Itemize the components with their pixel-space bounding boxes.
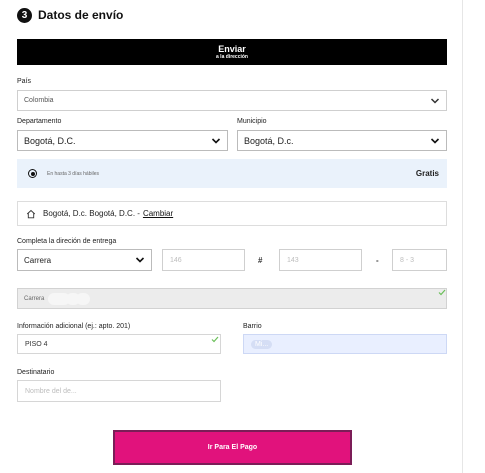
municipality-label: Municipio	[237, 118, 267, 125]
delivery-option[interactable]: En hasta 3 días hábiles Gratis	[17, 159, 447, 188]
step-number-badge: 3	[17, 8, 32, 23]
check-icon	[438, 289, 446, 296]
recipient-input[interactable]: Nombre del de...	[17, 380, 221, 402]
obscured-text	[76, 292, 91, 305]
address-summary: Bogotá, D.c. Bogotá, D.C. - Cambiar	[17, 201, 447, 226]
send-button-sublabel: a la dirección	[216, 53, 248, 60]
send-to-address-button[interactable]: Enviar a la dirección	[17, 39, 447, 65]
house-number-input[interactable]: 8 - 3	[392, 249, 447, 271]
house-number-value: 8 - 3	[400, 256, 415, 264]
department-value: Bogotá, D.C.	[24, 135, 76, 146]
street-type-select[interactable]: Carrera	[17, 249, 152, 271]
check-icon	[211, 336, 219, 343]
chevron-down-icon	[135, 257, 145, 263]
additional-info-label: Información adicional (ej.: apto. 201)	[17, 323, 131, 330]
country-select[interactable]: Colombia	[17, 90, 447, 111]
address-form-label: Completa la direción de entrega	[17, 238, 117, 245]
recipient-placeholder: Nombre del de...	[25, 387, 77, 395]
change-address-link[interactable]: Cambiar	[143, 209, 173, 218]
street-number-input[interactable]: 146	[162, 249, 245, 271]
neighborhood-input[interactable]: Mi...	[243, 334, 447, 354]
department-select[interactable]: Bogotá, D.C.	[17, 130, 228, 151]
additional-info-value: PISO 4	[25, 340, 48, 348]
chevron-down-icon	[211, 137, 221, 144]
street-number-value: 146	[170, 256, 182, 264]
section-title: Datos de envío	[38, 8, 124, 22]
radio-selected-icon[interactable]	[28, 169, 37, 178]
address-summary-text: Bogotá, D.c. Bogotá, D.C. -	[43, 209, 140, 218]
delivery-time-text: En hasta 3 días hábiles	[47, 170, 99, 177]
street-type-value: Carrera	[24, 255, 52, 265]
composed-address-prefix: Carrera	[24, 295, 45, 302]
municipality-select[interactable]: Bogotá, D.c.	[237, 130, 447, 151]
column-divider	[462, 0, 463, 473]
send-button-label: Enviar	[218, 43, 246, 54]
go-to-payment-button[interactable]: Ir Para El Pago	[113, 430, 352, 465]
chevron-down-icon	[430, 137, 440, 144]
neighborhood-label: Barrio	[243, 323, 262, 330]
country-label: País	[17, 78, 32, 85]
dash-separator: -	[376, 256, 379, 265]
cross-street-number-input[interactable]: 143	[279, 249, 362, 271]
neighborhood-value: Mi...	[251, 339, 273, 349]
home-icon	[26, 209, 36, 218]
hash-separator: #	[258, 256, 263, 265]
delivery-price: Gratis	[415, 169, 439, 178]
country-value: Colombia	[24, 97, 54, 104]
municipality-value: Bogotá, D.c.	[244, 135, 294, 146]
chevron-down-icon	[430, 97, 440, 104]
department-label: Departamento	[17, 118, 62, 125]
cross-street-number-value: 143	[287, 256, 299, 264]
recipient-label: Destinatario	[17, 369, 55, 376]
additional-info-input[interactable]: PISO 4	[17, 334, 221, 354]
composed-address-field: Carrera	[17, 288, 447, 309]
